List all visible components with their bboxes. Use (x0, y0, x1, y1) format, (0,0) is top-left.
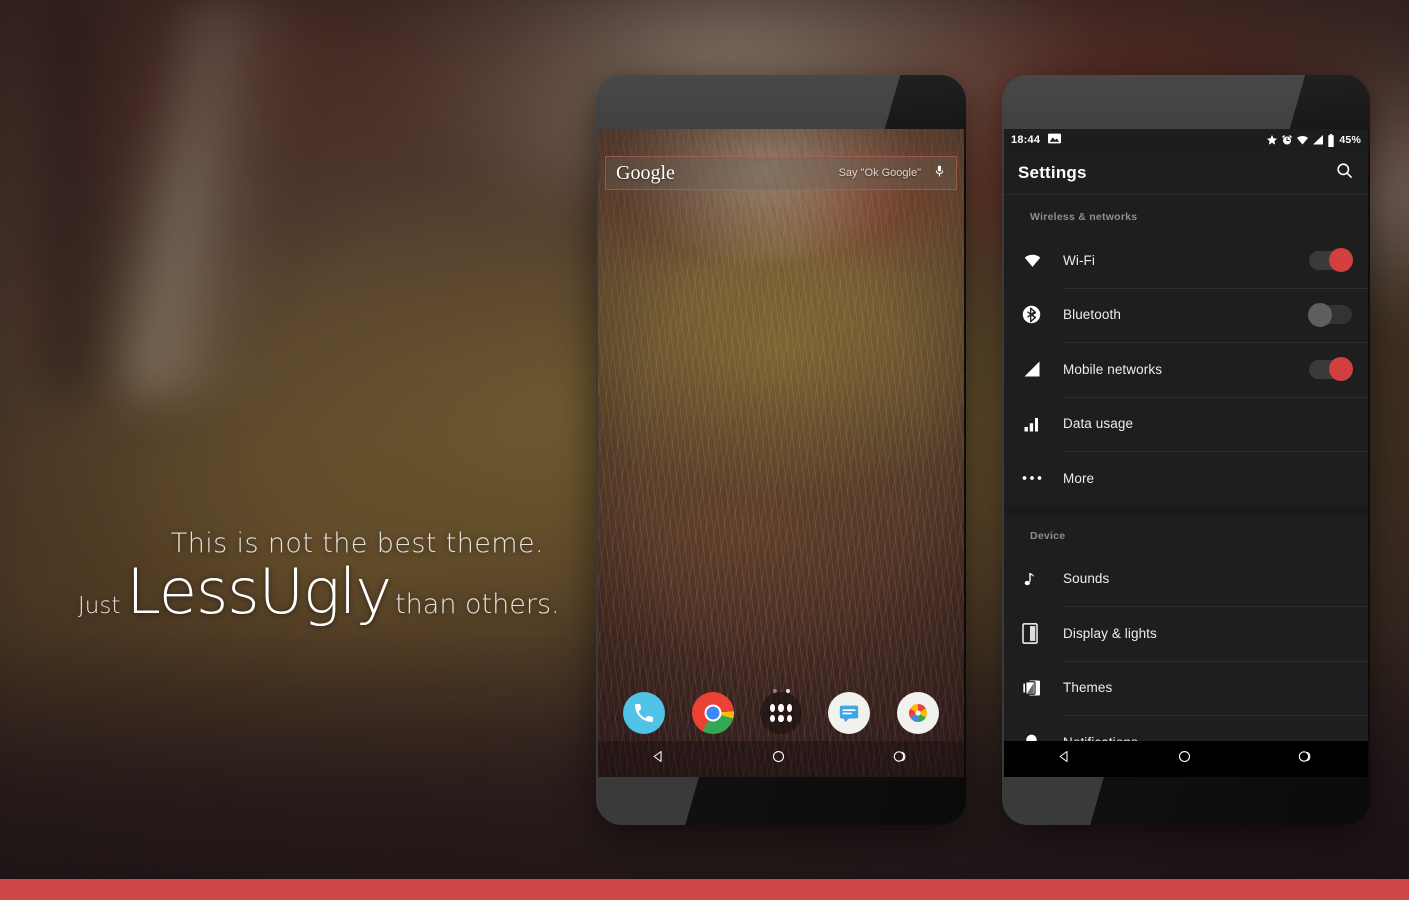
phone-mockup-home: 18:43 45% Google Say "Ok Google" (596, 75, 966, 825)
bluetooth-toggle[interactable] (1308, 302, 1352, 327)
settings-row-themes[interactable]: Themes (1004, 660, 1368, 716)
section-header-wireless: Wireless & networks (1030, 211, 1138, 223)
status-time: 18:44 (1011, 134, 1041, 146)
google-logo: Google (616, 162, 675, 184)
wifi-icon (1297, 135, 1309, 145)
back-icon[interactable] (1057, 749, 1072, 769)
display-icon (1022, 622, 1063, 644)
settings-row-more[interactable]: More (1004, 451, 1368, 506)
phone-app-icon[interactable] (623, 692, 666, 734)
settings-row-label: Bluetooth (1063, 307, 1121, 323)
star-icon (1267, 135, 1278, 145)
ok-google-hint: Say "Ok Google" (838, 167, 921, 179)
section-header-device: Device (1030, 529, 1066, 542)
messaging-app-icon[interactable] (828, 692, 871, 734)
microphone-icon[interactable] (933, 162, 946, 185)
settings-row-bluetooth[interactable]: Bluetooth (1004, 287, 1368, 343)
settings-app-bar: Settings (1004, 151, 1368, 195)
phone-mockup-settings: 18:44 45% Settings Wireless & networks W… (1002, 75, 1370, 825)
search-icon[interactable] (1335, 161, 1354, 185)
sounds-icon (1022, 569, 1063, 589)
themes-icon (1022, 678, 1063, 698)
signal-icon (1022, 359, 1063, 379)
phone-screen-settings: 18:44 45% Settings Wireless & networks W… (1004, 129, 1368, 777)
settings-row-label: Sounds (1063, 571, 1110, 587)
settings-row-label: Display & lights (1063, 625, 1157, 641)
signal-icon (1313, 135, 1324, 145)
status-bar-right: 18:44 45% (1004, 129, 1368, 151)
home-wallpaper (598, 129, 964, 777)
phone-screen-home: 18:43 45% Google Say "Ok Google" (598, 129, 964, 777)
photos-app-icon[interactable] (896, 692, 939, 734)
bluetooth-icon (1022, 305, 1063, 324)
google-search-widget[interactable]: Google Say "Ok Google" (605, 156, 957, 190)
mobile-networks-toggle[interactable] (1309, 357, 1353, 382)
app-drawer-icon[interactable] (759, 692, 802, 734)
promo-tagline: This is not the best theme. Just LessUgl… (78, 528, 560, 628)
settings-row-display[interactable]: Display & lights (1004, 606, 1368, 661)
back-icon[interactable] (651, 749, 666, 769)
alarm-icon (1282, 135, 1293, 145)
navigation-bar-left (598, 741, 964, 777)
section-divider (1004, 505, 1368, 514)
settings-row-label: Wi-Fi (1063, 252, 1095, 268)
wifi-icon (1022, 252, 1063, 269)
tagline-just: Just (78, 593, 121, 619)
settings-row-data-usage[interactable]: Data usage (1004, 396, 1368, 452)
settings-row-label: More (1063, 470, 1095, 486)
chrome-app-icon[interactable] (691, 692, 734, 734)
bottom-accent-strip (0, 879, 1409, 900)
data-usage-icon (1022, 415, 1063, 433)
screenshot-icon (1048, 133, 1062, 147)
settings-row-label: Themes (1063, 680, 1113, 696)
home-icon[interactable] (1177, 749, 1192, 769)
settings-row-sounds[interactable]: Sounds (1004, 552, 1368, 607)
recents-icon[interactable] (892, 749, 911, 769)
status-icons-right: 45% (1266, 133, 1361, 147)
recents-icon[interactable] (1297, 749, 1316, 769)
home-dock (598, 685, 964, 741)
battery-percent: 45% (1339, 134, 1361, 146)
tagline-than: than others. (395, 589, 560, 620)
settings-row-wifi[interactable]: Wi-Fi (1004, 233, 1368, 288)
settings-row-label: Mobile networks (1063, 361, 1163, 377)
page-title: Settings (1018, 162, 1087, 182)
navigation-bar-right (1004, 741, 1368, 777)
settings-row-mobile-networks[interactable]: Mobile networks (1004, 342, 1368, 397)
battery-icon (1328, 133, 1335, 147)
settings-row-label: Data usage (1063, 416, 1134, 432)
home-icon[interactable] (771, 749, 786, 769)
wifi-toggle[interactable] (1309, 248, 1353, 273)
more-icon (1022, 474, 1063, 482)
tagline-line-2: Just LessUgly than others. (78, 555, 560, 628)
tagline-brand: LessUgly (126, 555, 392, 628)
